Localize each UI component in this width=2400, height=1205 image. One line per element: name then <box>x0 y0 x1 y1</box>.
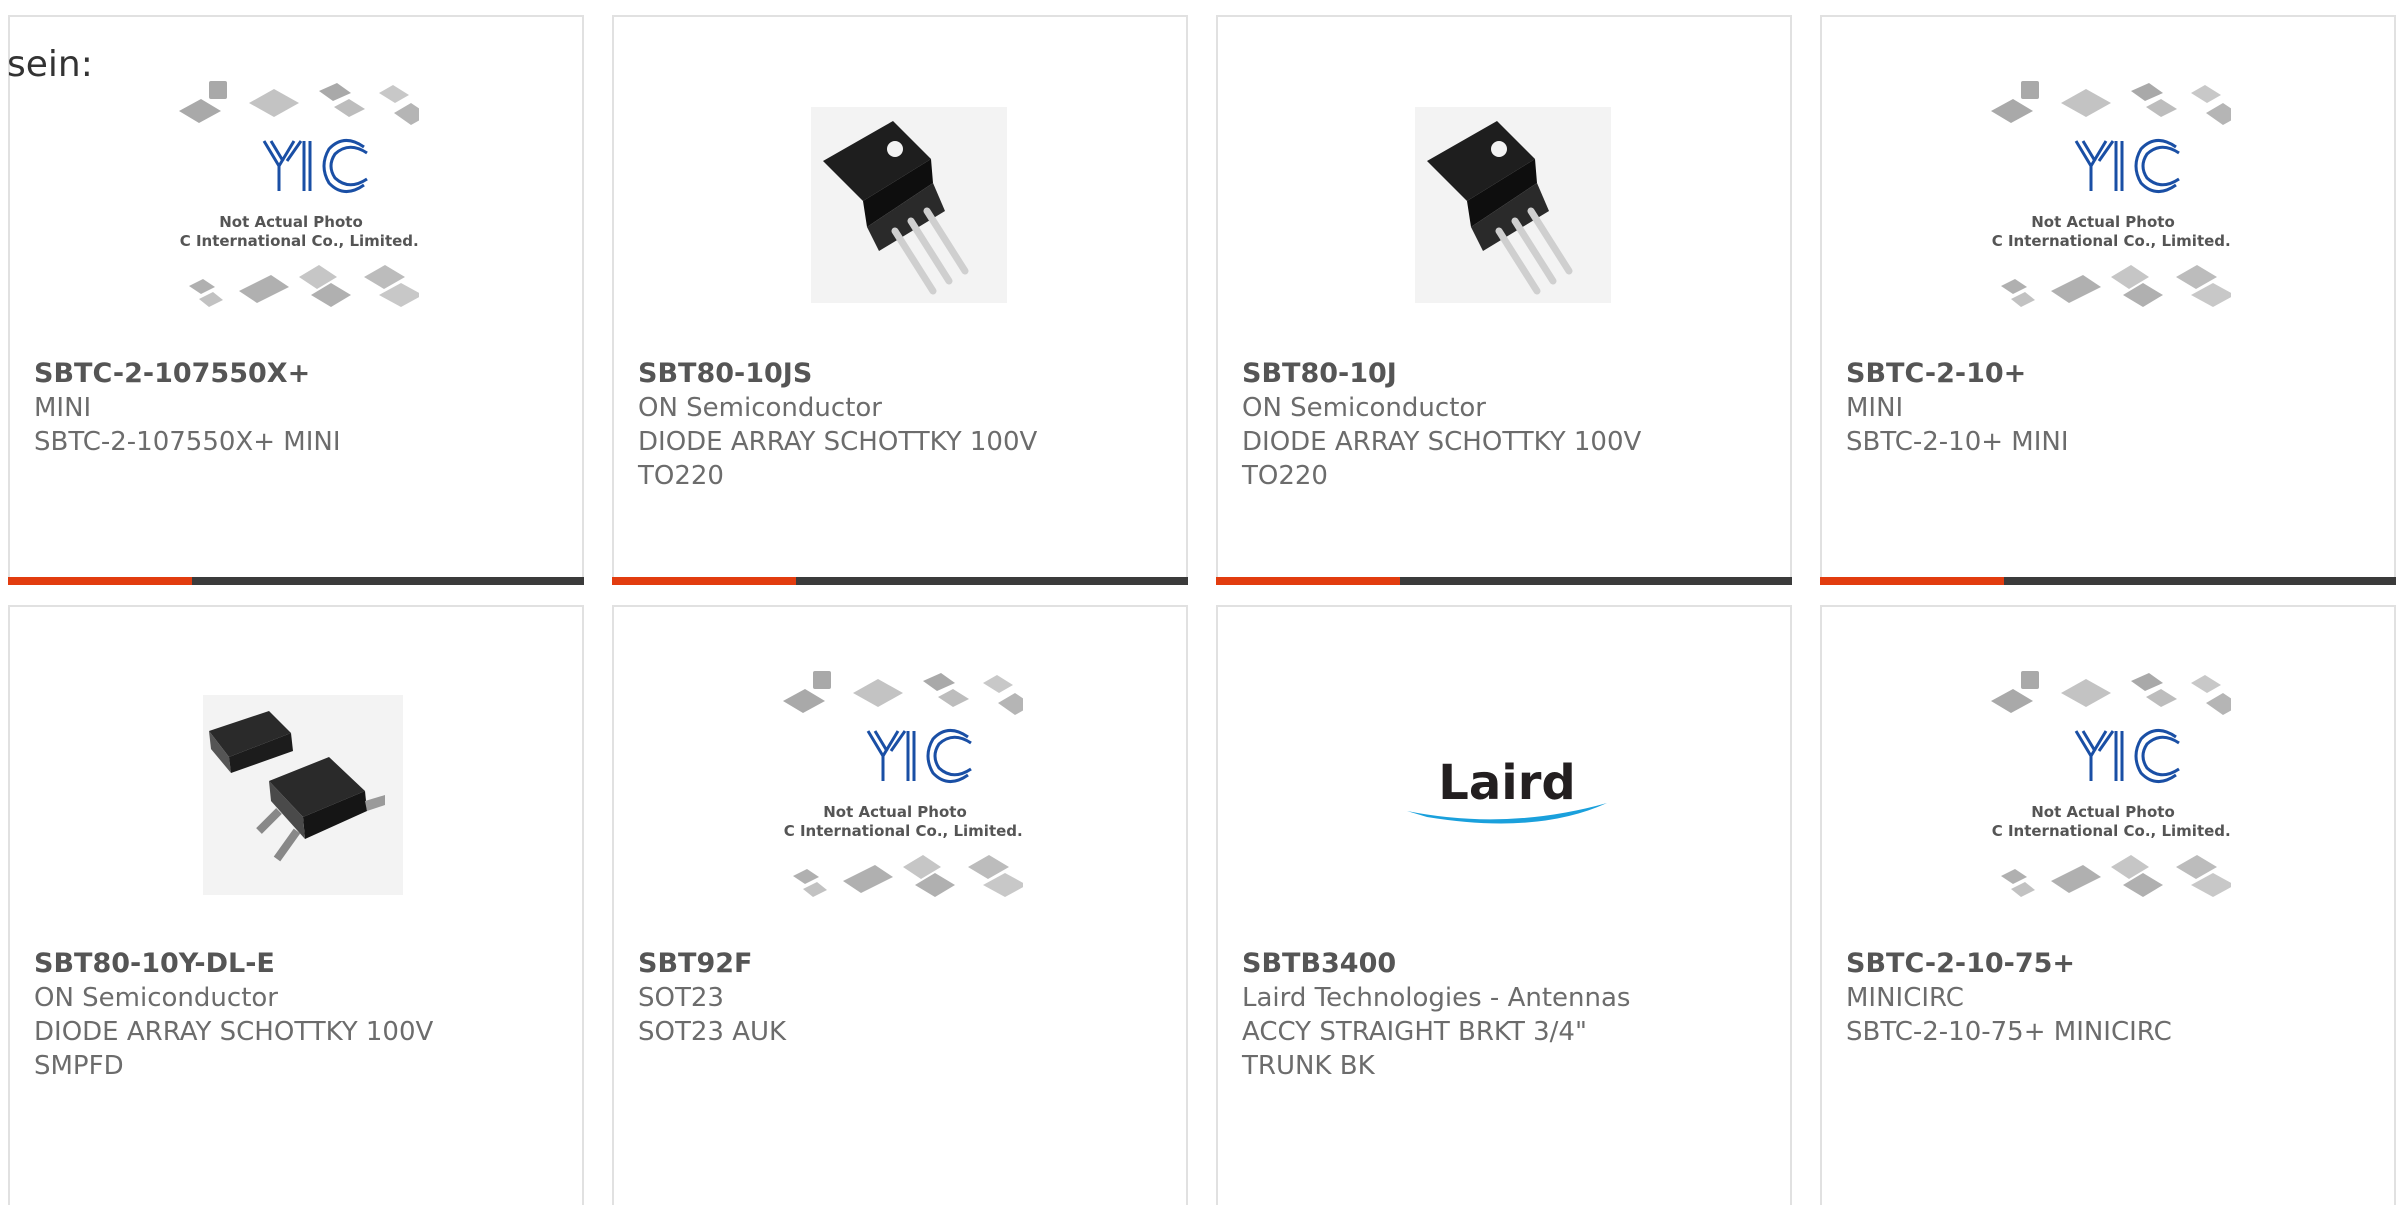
watermark-line-1: Not Actual Photo <box>219 213 363 231</box>
part-number[interactable]: SBTC-2-10+ <box>1846 357 2374 391</box>
product-image-placeholder[interactable]: Not Actual Photo YIC International Co., … <box>1974 671 2241 911</box>
product-detail: MINI <box>1846 393 1904 423</box>
product-detail: TRUNK BK <box>1242 1051 1375 1081</box>
part-number[interactable]: SBT80-10Y-DL-E <box>34 947 562 981</box>
part-number[interactable]: SBT92F <box>638 947 1166 981</box>
product-card[interactable]: SBT80-10J ON Semiconductor DIODE ARRAY S… <box>1216 15 1792 585</box>
product-image-to220[interactable] <box>783 81 1023 321</box>
product-detail: MINICIRC <box>1846 983 1964 1013</box>
product-detail: DIODE ARRAY SCHOTTKY 100V <box>1242 427 1642 457</box>
product-detail: MINI <box>34 393 92 423</box>
part-number[interactable]: SBTB3400 <box>1242 947 1770 981</box>
watermark-line-2: YIC International Co., Limited. <box>783 822 1023 840</box>
product-image-to220[interactable] <box>1387 81 1627 321</box>
watermark-line-2: YIC International Co., Limited. <box>1991 232 2231 250</box>
manufacturer: Laird Technologies - Antennas <box>1242 983 1631 1013</box>
manufacturer: ON Semiconductor <box>1242 393 1486 423</box>
part-number[interactable]: SBT80-10JS <box>638 357 1166 391</box>
card-accent-bar <box>612 577 1188 585</box>
product-image-placeholder[interactable]: Not Actual Photo YIC International Co., … <box>1974 81 2241 321</box>
part-number[interactable]: SBTC-2-10-75+ <box>1846 947 2374 981</box>
part-number[interactable]: SBT80-10J <box>1242 357 1770 391</box>
product-card[interactable]: Laird SBTB3400 Laird Technologies - Ante… <box>1216 605 1792 1205</box>
product-detail: SBTC-2-107550X+ MINI <box>34 427 341 457</box>
laird-logo-icon[interactable]: Laird <box>1387 671 1627 911</box>
product-detail: TO220 <box>1242 461 1328 491</box>
watermark-line-2: YIC International Co., Limited. <box>1991 822 2231 840</box>
product-card[interactable]: SBT80-10JS ON Semiconductor DIODE ARRAY … <box>612 15 1188 585</box>
product-card[interactable]: Not Actual Photo YIC International Co., … <box>612 605 1188 1205</box>
intro-text: sein: <box>7 44 93 85</box>
watermark-line-1: Not Actual Photo <box>2031 803 2175 821</box>
product-detail: DIODE ARRAY SCHOTTKY 100V <box>638 427 1038 457</box>
product-detail: DIODE ARRAY SCHOTTKY 100V <box>34 1017 434 1047</box>
watermark-line-1: Not Actual Photo <box>2031 213 2175 231</box>
product-detail: TO220 <box>638 461 724 491</box>
product-card[interactable]: Not Actual Photo YIC International Co., … <box>8 15 584 585</box>
product-card[interactable]: Not Actual Photo YIC International Co., … <box>1820 15 2396 585</box>
laird-logo-text: Laird <box>1438 755 1575 811</box>
product-detail: SOT23 AUK <box>638 1017 787 1047</box>
product-detail: SMPFD <box>34 1051 124 1081</box>
product-card[interactable]: SBT80-10Y-DL-E ON Semiconductor DIODE AR… <box>8 605 584 1205</box>
watermark-line-1: Not Actual Photo <box>823 803 967 821</box>
card-accent-bar <box>1216 577 1792 585</box>
product-detail: ACCY STRAIGHT BRKT 3/4" <box>1242 1017 1587 1047</box>
product-detail: SBTC-2-10+ MINI <box>1846 427 2069 457</box>
product-image-dpak[interactable] <box>179 671 419 911</box>
card-accent-bar <box>8 577 584 585</box>
card-accent-bar <box>1820 577 2396 585</box>
product-card[interactable]: Not Actual Photo YIC International Co., … <box>1820 605 2396 1205</box>
product-image-placeholder[interactable]: Not Actual Photo YIC International Co., … <box>162 81 429 321</box>
manufacturer: ON Semiconductor <box>34 983 278 1013</box>
watermark-line-2: YIC International Co., Limited. <box>179 232 419 250</box>
product-detail: SOT23 <box>638 983 724 1013</box>
product-image-placeholder[interactable]: Not Actual Photo YIC International Co., … <box>766 671 1033 911</box>
manufacturer: ON Semiconductor <box>638 393 882 423</box>
part-number[interactable]: SBTC-2-107550X+ <box>34 357 562 391</box>
product-detail: SBTC-2-10-75+ MINICIRC <box>1846 1017 2172 1047</box>
